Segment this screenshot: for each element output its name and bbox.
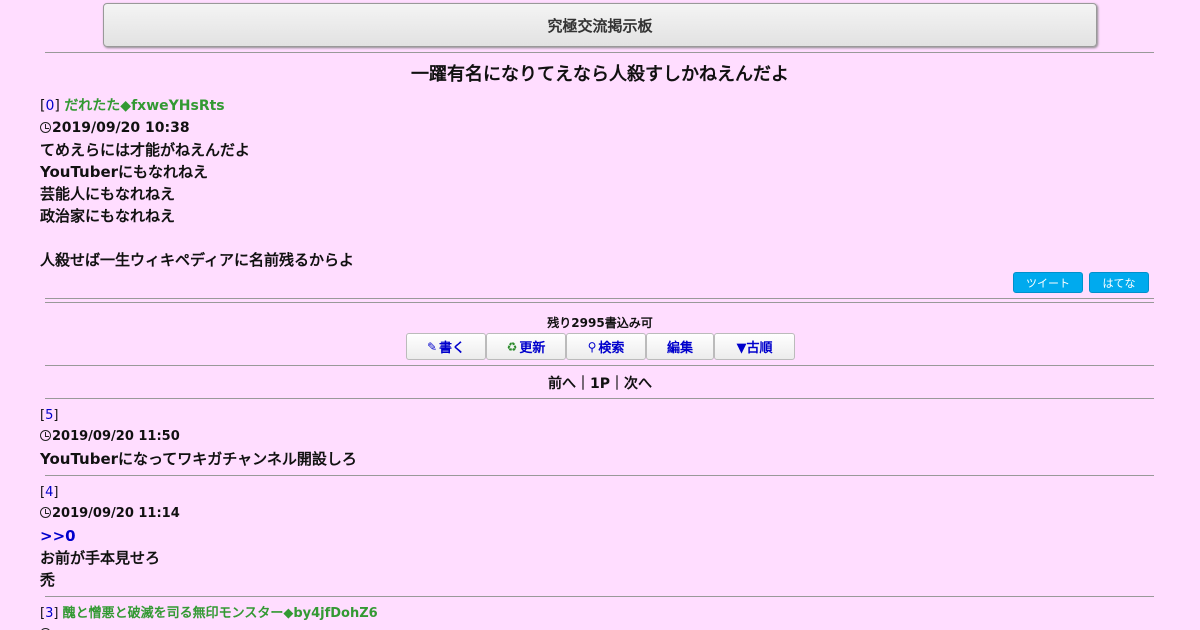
current-page[interactable]: 1P: [590, 376, 610, 392]
post-body-line: YouTuberにもなれねえ: [40, 163, 209, 181]
divider: [45, 365, 1154, 366]
board-title: 究極交流掲示板: [547, 16, 653, 35]
divider: [45, 596, 1154, 597]
next-page-link[interactable]: 次へ: [624, 376, 652, 392]
remaining-count: 残り2995書込み可: [547, 316, 653, 330]
toolbar: ✎ 書く ♻ 更新 ⚲ 検索 編集 ▼古順: [406, 333, 795, 360]
post-body-line: 政治家にもなれねえ: [40, 207, 176, 225]
post-body-line: 人殺せば一生ウィキペディアに名前残るからよ: [40, 251, 354, 269]
post-date: [40, 624, 1150, 630]
tweet-button[interactable]: ツイート: [1013, 272, 1083, 293]
search-icon: ⚲: [587, 339, 597, 354]
reply-anchor-link[interactable]: >>0: [40, 525, 1150, 547]
post-body-line: YouTuberになってワキガチャンネル開設しろ: [40, 450, 357, 468]
reply-post: [5] 2019/09/20 11:50 YouTuberになってワキガチャンネ…: [40, 406, 1150, 470]
divider-double: [45, 298, 1154, 303]
post-body-line: 禿: [40, 571, 56, 589]
thread-title: 一躍有名になりてえなら人殺すしかねえんだよ: [411, 64, 789, 85]
post-body-line: [40, 227, 1150, 249]
post-date: 2019/09/20 11:14: [40, 503, 1150, 525]
post-header: [3] 醜と憎悪と破滅を司る無印モンスター◆by4jfDohZ6: [40, 606, 378, 621]
sort-order-button[interactable]: ▼古順: [714, 333, 795, 360]
clock-icon: [40, 122, 51, 133]
post-date: 2019/09/20 10:38: [40, 117, 1150, 139]
divider: [45, 52, 1154, 53]
post-date: 2019/09/20 11:50: [40, 426, 1150, 448]
clock-icon: [40, 430, 51, 441]
reply-post: [4] 2019/09/20 11:14 >>0 お前が手本見せろ 禿: [40, 483, 1150, 591]
poster-name: 醜と憎悪と破滅を司る無印モンスター◆by4jfDohZ6: [62, 606, 378, 621]
post-body-line: お前が手本見せろ: [40, 549, 161, 567]
write-button[interactable]: ✎ 書く: [406, 333, 486, 360]
hatena-button[interactable]: はてな: [1089, 272, 1149, 293]
pager: 前へ｜1P｜次へ: [547, 376, 652, 392]
post-body-line: てめえらには才能がねえんだよ: [40, 141, 251, 159]
board-title-bar[interactable]: 究極交流掲示板: [103, 3, 1097, 47]
page: 究極交流掲示板 一躍有名になりてえなら人殺すしかねえんだよ [0] だれたた◆f…: [0, 0, 1200, 630]
post-header: [4]: [40, 485, 59, 500]
edit-button[interactable]: 編集: [646, 333, 714, 360]
divider: [45, 475, 1154, 476]
poster-name: だれたた◆fxweYHsRts: [64, 98, 225, 114]
prev-page-link[interactable]: 前へ: [548, 376, 576, 392]
op-post: [0] だれたた◆fxweYHsRts 2019/09/20 10:38 てめえ…: [40, 95, 1150, 271]
refresh-button[interactable]: ♻ 更新: [486, 333, 566, 360]
clock-icon: [40, 507, 51, 518]
divider: [45, 398, 1154, 399]
reply-post: [3] 醜と憎悪と破滅を司る無印モンスター◆by4jfDohZ6: [40, 604, 1150, 630]
refresh-icon: ♻: [506, 339, 518, 354]
pencil-icon: ✎: [426, 339, 438, 354]
search-button[interactable]: ⚲ 検索: [566, 333, 646, 360]
post-body-line: 芸能人にもなれねえ: [40, 185, 176, 203]
post-header: [5]: [40, 408, 59, 423]
post-header: [0] だれたた◆fxweYHsRts: [40, 98, 225, 114]
